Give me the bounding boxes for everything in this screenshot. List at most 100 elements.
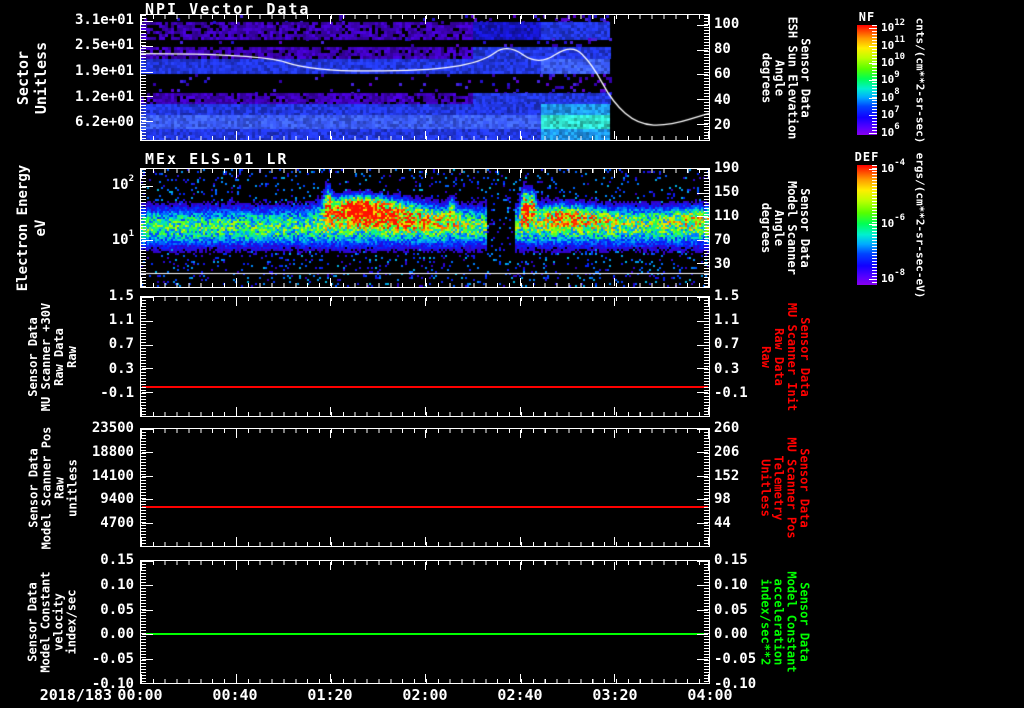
- x-tick-label: 03:20: [592, 686, 638, 704]
- major-tick: [330, 407, 332, 415]
- major-tick: [697, 368, 708, 370]
- major-tick: [142, 392, 153, 394]
- major-tick: [697, 634, 708, 636]
- major-tick: [142, 96, 153, 98]
- panel-velocity: Sensor Data Model Constant velocity inde…: [0, 552, 1024, 692]
- major-tick: [614, 170, 616, 178]
- tick-label: 152: [714, 467, 740, 484]
- major-tick: [425, 131, 426, 139]
- major-tick: [141, 407, 142, 415]
- colorbar-tick-label: 10-8: [881, 268, 906, 285]
- major-tick: [708, 537, 709, 545]
- tick-label: 110: [714, 208, 740, 224]
- tick-label: 70: [714, 232, 731, 248]
- major-tick: [142, 185, 153, 187]
- major-tick: [330, 537, 332, 545]
- major-tick: [425, 537, 426, 545]
- tick-label: 30: [714, 256, 731, 272]
- major-tick: [519, 562, 521, 570]
- major-tick: [142, 429, 153, 430]
- major-tick: [869, 45, 877, 47]
- major-tick: [141, 537, 142, 545]
- major-tick: [708, 170, 709, 178]
- major-tick: [235, 278, 237, 286]
- major-tick: [869, 115, 877, 117]
- major-tick: [697, 561, 708, 562]
- major-tick: [869, 80, 877, 82]
- major-tick: [235, 131, 237, 139]
- scanpos-data-line: [142, 506, 708, 509]
- major-tick: [869, 223, 877, 225]
- tick-label: 0.7: [108, 336, 134, 353]
- tick-label: 0.00: [714, 626, 748, 643]
- panel-els-left-ticks: 102 101: [58, 168, 136, 288]
- major-tick: [519, 16, 521, 24]
- tick-label: 0.10: [714, 576, 748, 593]
- tick-label: 0.7: [714, 336, 740, 353]
- major-tick: [141, 674, 142, 682]
- exponent: 8: [894, 87, 900, 98]
- exponent: 9: [894, 69, 900, 80]
- panel-scanpos: Sensor Data Model Scanner Pos Raw unitle…: [0, 420, 1024, 549]
- major-tick: [697, 658, 708, 660]
- exponent: 10: [894, 52, 906, 63]
- mu30v-data-line: [142, 385, 708, 388]
- exponent: -4: [894, 157, 906, 168]
- major-tick: [330, 131, 332, 139]
- major-tick: [425, 562, 426, 570]
- major-tick: [141, 170, 142, 178]
- major-tick: [697, 124, 708, 126]
- tick-label: 98: [714, 491, 731, 508]
- tick-label: 2.5e+01: [74, 37, 134, 54]
- major-tick: [519, 298, 521, 306]
- major-tick: [142, 344, 153, 346]
- major-tick: [697, 74, 708, 76]
- velocity-data-line: [142, 633, 708, 636]
- major-tick: [708, 407, 709, 415]
- tick-label: 0.3: [714, 360, 740, 377]
- colorbar-tick-label: 109: [881, 69, 900, 87]
- colorbar-tick-label: 107: [881, 104, 900, 122]
- major-tick: [519, 131, 521, 139]
- major-tick: [330, 674, 332, 682]
- els-spectrogram-canvas: [141, 169, 709, 287]
- major-tick: [519, 278, 521, 286]
- major-tick: [425, 430, 426, 438]
- major-tick: [235, 674, 237, 682]
- major-tick: [141, 430, 142, 438]
- major-tick: [708, 131, 709, 139]
- major-tick: [697, 24, 708, 26]
- tick-label: 1.5: [714, 288, 740, 304]
- major-tick: [141, 131, 142, 139]
- tick-label: 40: [714, 91, 731, 108]
- panel-mu30v-left-ticks: 1.5 1.1 0.7 0.3 -0.1: [58, 288, 136, 417]
- major-tick: [330, 562, 332, 570]
- colorbar-def-units: ergs/(cm**2-sr-sec-eV): [913, 152, 927, 298]
- axis-ticks: [704, 297, 709, 416]
- major-tick: [142, 609, 153, 611]
- tick-label: 14100: [91, 467, 134, 484]
- npi-spectrogram-canvas: [141, 15, 709, 140]
- tick-label: 206: [714, 443, 740, 460]
- colorbar-nf-units: cnts/(cm**2-sr-sec): [913, 17, 927, 143]
- tick-label: 1.1: [108, 312, 134, 329]
- major-tick: [142, 121, 153, 123]
- axis-ticks: [141, 429, 146, 546]
- colorbar-tick-label: 10-4: [881, 157, 906, 175]
- major-tick: [142, 452, 153, 454]
- tick-label: 0.00: [100, 626, 134, 643]
- x-tick-label: 00:40: [212, 686, 258, 704]
- exponent: 2: [128, 174, 134, 185]
- tick-label: 0.3: [108, 360, 134, 377]
- x-axis-tick-labels: 00:00 00:40 01:20 02:00 02:40 03:20 04:00: [0, 686, 1024, 706]
- major-tick: [614, 407, 616, 415]
- panel-velocity-right-label: Sensor Data Model Constant acceleration …: [759, 571, 812, 673]
- major-tick: [330, 298, 332, 306]
- major-tick: [142, 475, 153, 477]
- major-tick: [869, 132, 877, 134]
- tick-label: 260: [714, 420, 740, 436]
- axis-ticks: [704, 429, 709, 546]
- tick-label: 80: [714, 41, 731, 58]
- colorbar-tick-label: 106: [881, 121, 900, 139]
- major-tick: [142, 297, 153, 298]
